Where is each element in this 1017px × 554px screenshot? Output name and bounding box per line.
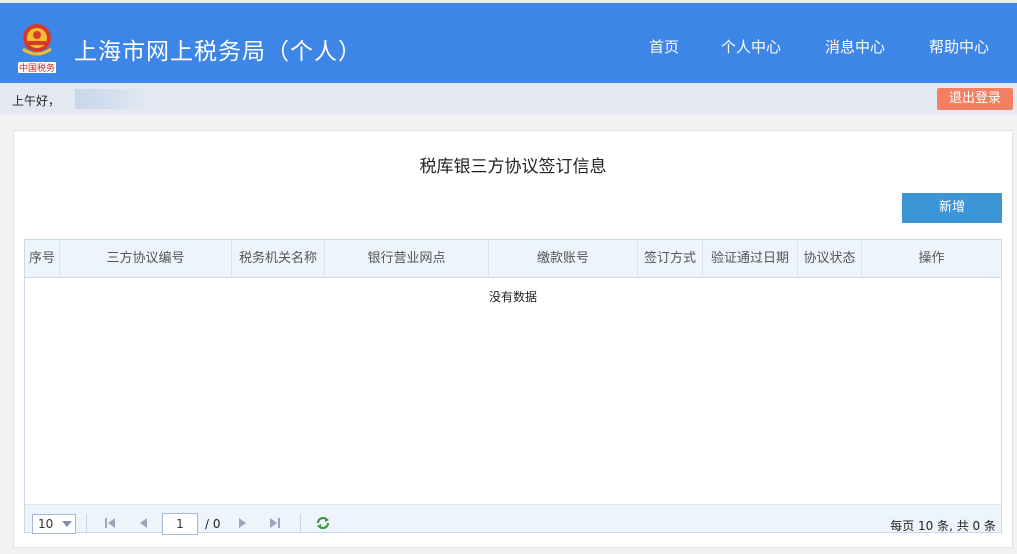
empty-message: 没有数据 [488, 290, 537, 304]
column-header-agreement-no[interactable]: 三方协议编号 [60, 240, 232, 278]
site-header: 中国税务 上海市网上税务局（个人） 首页 个人中心 消息中心 帮助中心 [0, 0, 1017, 83]
page-number-input[interactable]: 1 [162, 513, 198, 535]
agreement-table: 序号 三方协议编号 税务机关名称 银行营业网点 缴款账号 签订方式 验证通过日期… [24, 239, 1002, 535]
page-size-select[interactable]: 10 [32, 514, 76, 534]
column-header-index[interactable]: 序号 [25, 240, 60, 278]
nav-home[interactable]: 首页 [649, 36, 679, 57]
page-size-value: 10 [38, 517, 54, 531]
column-header-tax-authority[interactable]: 税务机关名称 [232, 240, 325, 278]
nav-personal-center[interactable]: 个人中心 [721, 36, 781, 57]
pager-separator [300, 514, 301, 532]
logout-button[interactable]: 退出登录 [937, 88, 1013, 110]
pagination-bar: 10 1 / 0 每页 10 条, 共 0 条 [25, 504, 1001, 535]
chevron-down-icon [62, 521, 72, 527]
column-header-verify-date[interactable]: 验证通过日期 [703, 240, 798, 278]
username-redacted [75, 89, 145, 109]
pager-separator [86, 514, 87, 532]
next-page-icon[interactable] [235, 516, 249, 530]
nav-help-center[interactable]: 帮助中心 [929, 36, 989, 57]
greeting-bar: 上午好， [0, 83, 1017, 115]
greeting-text: 上午好， [12, 94, 61, 108]
column-header-payment-account[interactable]: 缴款账号 [489, 240, 638, 278]
table-header: 序号 三方协议编号 税务机关名称 银行营业网点 缴款账号 签订方式 验证通过日期… [25, 240, 1001, 278]
last-page-icon[interactable] [268, 516, 282, 530]
column-header-bank-branch[interactable]: 银行营业网点 [325, 240, 489, 278]
svg-text:中国税务: 中国税务 [19, 62, 55, 74]
previous-page-icon[interactable] [137, 516, 151, 530]
refresh-icon[interactable] [315, 515, 331, 531]
nav-message-center[interactable]: 消息中心 [825, 36, 885, 57]
column-header-sign-method[interactable]: 签订方式 [638, 240, 703, 278]
pagination-info: 每页 10 条, 共 0 条 [890, 519, 996, 533]
column-header-actions[interactable]: 操作 [862, 240, 1001, 278]
total-pages: / 0 [205, 517, 221, 531]
site-title: 上海市网上税务局（个人） [74, 39, 362, 65]
column-header-status[interactable]: 协议状态 [798, 240, 862, 278]
first-page-icon[interactable] [103, 516, 117, 530]
add-button[interactable]: 新增 [902, 193, 1002, 223]
tax-emblem-icon: 中国税务 [18, 24, 56, 74]
page-title: 税库银三方协议签订信息 [419, 157, 607, 177]
